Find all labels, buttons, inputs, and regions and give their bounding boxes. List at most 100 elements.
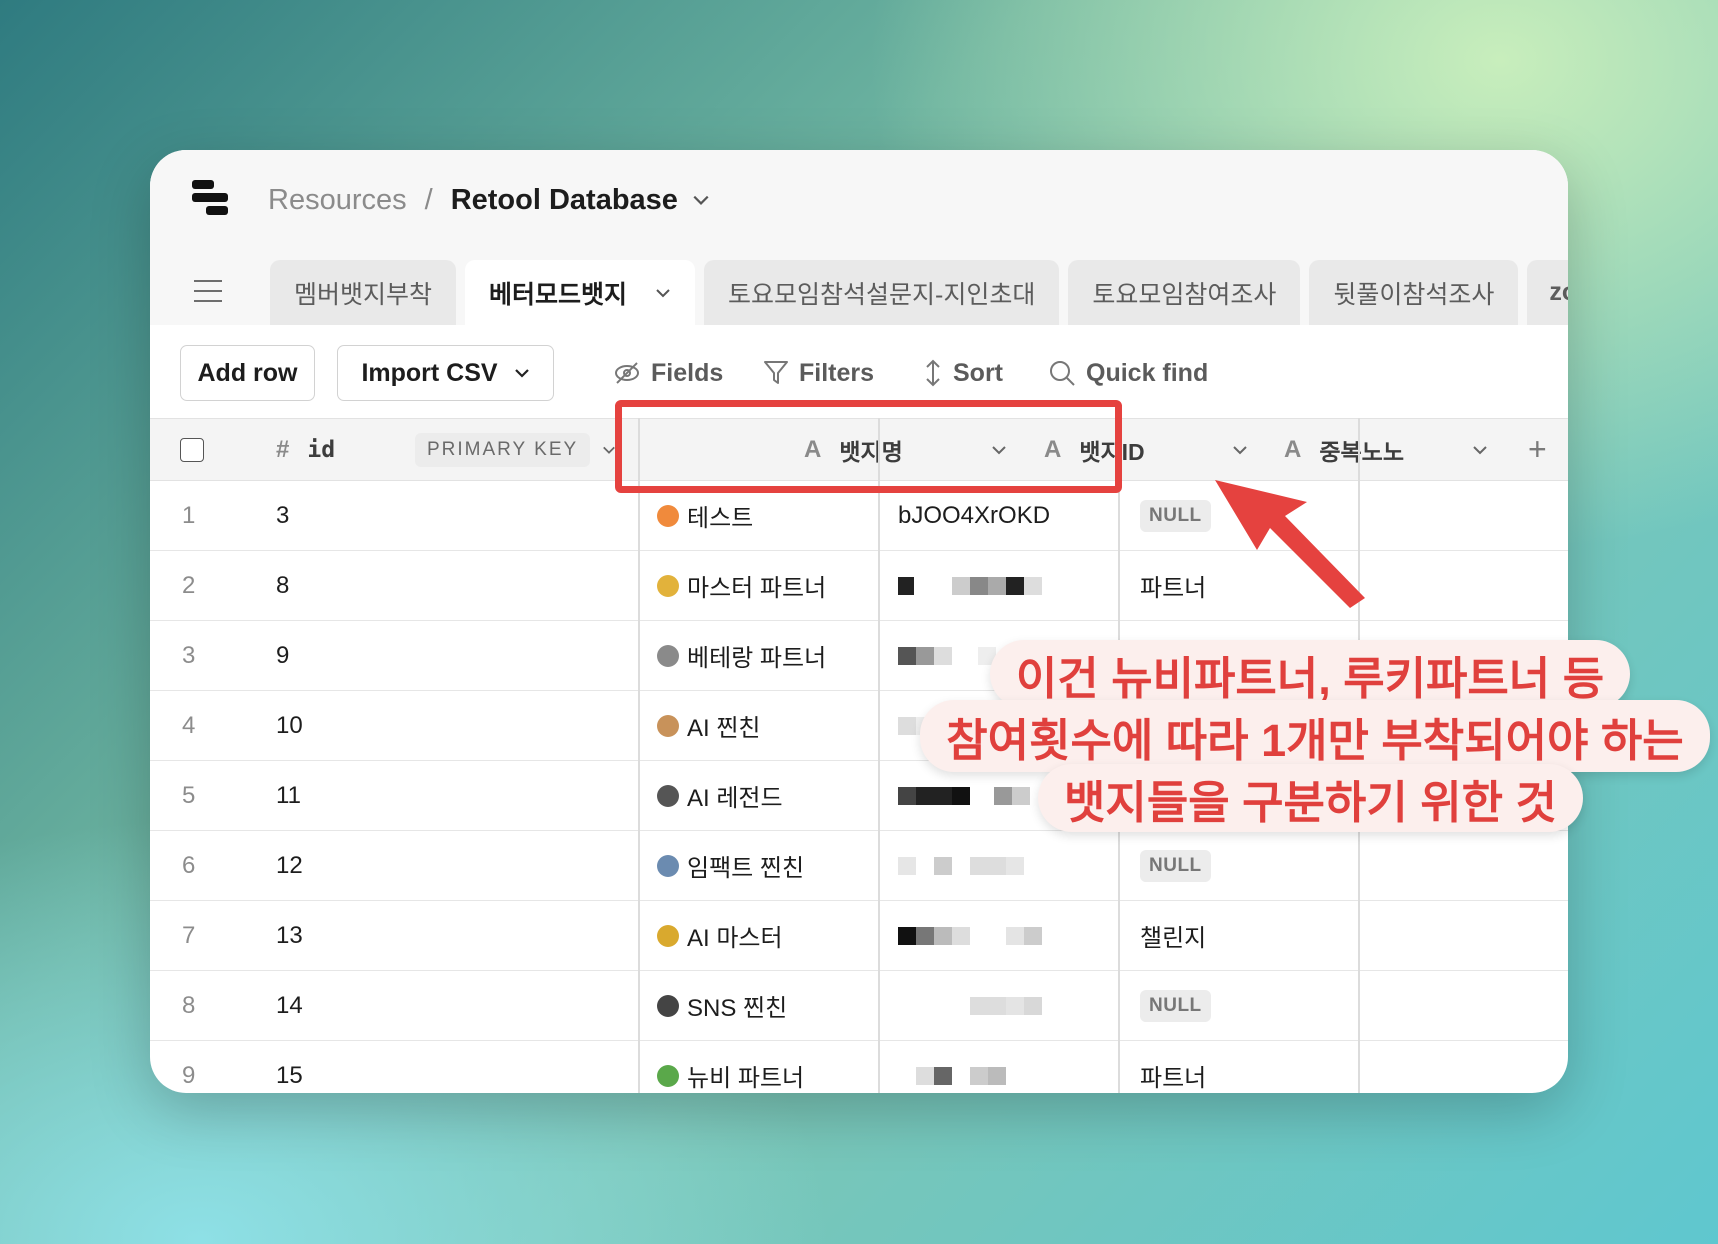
import-csv-button[interactable]: Import CSV [337, 345, 554, 401]
tab-label: 뒷풀이참석조사 [1333, 280, 1495, 309]
chevron-down-icon[interactable] [1232, 442, 1248, 458]
button-label: Filters [799, 358, 875, 387]
row-number: 9 [182, 1061, 196, 1089]
chevron-down-icon[interactable] [1472, 442, 1488, 458]
cell-badge-name[interactable]: 임팩트 찐친 [657, 831, 804, 900]
select-all-checkbox[interactable] [180, 419, 204, 480]
row-number: 8 [182, 991, 196, 1019]
badge-name-text: 임팩트 찐친 [687, 855, 805, 882]
tab-label: zo [1549, 278, 1568, 306]
annotation-line-3: 뱃지들을 구분하기 위한 것 [1038, 764, 1583, 832]
table-row[interactable]: 9 15 뉴비 파트너 파트너 [150, 1041, 1568, 1093]
breadcrumb-resources-link[interactable]: Resources [268, 184, 407, 217]
quick-find-button[interactable]: Quick find [1048, 345, 1208, 401]
column-divider [638, 418, 640, 1093]
text-type-icon: A [1284, 435, 1302, 463]
breadcrumb-current[interactable]: Retool Database [451, 184, 678, 217]
badge-name-text: 뉴비 파트너 [687, 1065, 805, 1092]
badge-name-text: AI 마스터 [687, 925, 783, 952]
column-divider [878, 418, 880, 1093]
add-column-button[interactable]: + [1528, 419, 1547, 480]
row-number: 3 [182, 641, 196, 669]
cell-id[interactable]: 11 [276, 761, 301, 830]
button-label: Sort [953, 358, 1003, 387]
tab-saturday-participation[interactable]: 토요모임참여조사 [1068, 260, 1301, 325]
dup-value: NULL [1140, 989, 1211, 1022]
table-row[interactable]: 8 14 SNS 찐친 NULL [150, 971, 1568, 1041]
cell-dup[interactable]: NULL [1140, 971, 1211, 1040]
redacted-badge-id [898, 1041, 1058, 1093]
add-row-button[interactable]: Add row [180, 345, 315, 401]
button-label: Fields [651, 358, 724, 387]
cell-dup[interactable]: NULL [1140, 831, 1211, 900]
cell-badge-name[interactable]: 베테랑 파트너 [657, 621, 826, 690]
cell-dup[interactable]: NULL [1140, 481, 1211, 550]
cell-badge-name[interactable]: 뉴비 파트너 [657, 1041, 804, 1093]
table-tabs: 멤버뱃지부착 베터모드뱃지 토요모임참석설문지-지인초대 토요모임참여조사 뒷풀… [270, 260, 1568, 325]
fields-button[interactable]: Fields [613, 345, 723, 401]
tab-overflow[interactable]: zo [1527, 260, 1568, 325]
retool-logo[interactable] [192, 180, 232, 220]
cell-badge-name[interactable]: AI 마스터 [657, 901, 783, 970]
dup-value: 파트너 [1140, 1065, 1207, 1092]
crossed-swords-icon [657, 644, 679, 667]
cell-badge-name[interactable]: 마스터 파트너 [657, 551, 826, 620]
herb-icon [657, 1064, 679, 1087]
button-label: Import CSV [361, 358, 498, 387]
row-number: 2 [182, 571, 196, 599]
tab-bettermode-badge[interactable]: 베터모드뱃지 [465, 260, 696, 325]
badge-name-text: AI 찐친 [687, 715, 761, 742]
chevron-down-icon[interactable] [602, 443, 616, 457]
cell-id[interactable]: 13 [276, 901, 303, 970]
highlight-box [615, 400, 1122, 493]
cell-badge-name[interactable]: AI 찐친 [657, 691, 761, 760]
column-menu-chevron[interactable] [1472, 419, 1488, 480]
column-menu-chevron[interactable] [602, 419, 616, 480]
number-type-icon: # [276, 435, 290, 463]
cell-id[interactable]: 15 [276, 1041, 303, 1093]
button-label: Quick find [1086, 358, 1209, 387]
filter-icon [764, 361, 788, 384]
search-icon [1050, 361, 1075, 386]
primary-key-badge: PRIMARY KEY [415, 419, 591, 480]
table-row[interactable]: 6 12 임팩트 찐친 NULL [150, 831, 1568, 901]
column-header-id[interactable]: # id [276, 419, 335, 480]
dup-value: 파트너 [1140, 575, 1207, 602]
annotation-line-2: 참여횟수에 따라 1개만 부착되어야 하는 [920, 700, 1710, 772]
dup-value: NULL [1140, 849, 1211, 882]
medal-icon [657, 574, 679, 597]
cell-id[interactable]: 3 [276, 481, 289, 550]
breadcrumb-separator: / [424, 183, 433, 216]
hamburger-menu-icon[interactable] [194, 278, 222, 304]
chevron-down-icon[interactable] [655, 285, 671, 301]
table-row[interactable]: 7 13 AI 마스터 챌린지 [150, 901, 1568, 971]
cell-dup[interactable]: 챌린지 [1140, 901, 1206, 970]
badge-name-text: 베테랑 파트너 [687, 645, 827, 672]
tab-afterparty-survey[interactable]: 뒷풀이참석조사 [1309, 260, 1519, 325]
cell-id[interactable]: 10 [276, 691, 303, 760]
primary-key-label: PRIMARY KEY [415, 432, 591, 467]
chevron-down-icon[interactable] [692, 191, 710, 209]
cell-id[interactable]: 9 [276, 621, 289, 690]
cell-id[interactable]: 12 [276, 831, 303, 900]
dup-value: 챌린지 [1140, 925, 1207, 952]
redacted-badge-id [898, 831, 1058, 900]
cell-dup[interactable]: 파트너 [1140, 551, 1206, 620]
column-menu-chevron[interactable] [1232, 419, 1248, 480]
row-number: 7 [182, 921, 196, 949]
tab-saturday-survey-invite[interactable]: 토요모임참석설문지-지인초대 [704, 260, 1060, 325]
row-number: 6 [182, 851, 196, 879]
dup-value: NULL [1140, 499, 1211, 532]
column-label: 중복노노 [1319, 438, 1404, 465]
redacted-badge-id [898, 901, 1058, 970]
column-header-dup[interactable]: A 중복노노 [1284, 419, 1404, 480]
cell-badge-name[interactable]: SNS 찐친 [657, 971, 787, 1040]
sort-button[interactable]: Sort [923, 345, 1003, 401]
cell-id[interactable]: 14 [276, 971, 303, 1040]
cell-dup[interactable]: 파트너 [1140, 1041, 1206, 1093]
cell-badge-name[interactable]: AI 레전드 [657, 761, 783, 830]
filters-button[interactable]: Filters [763, 345, 874, 401]
tab-member-badge[interactable]: 멤버뱃지부착 [270, 260, 457, 325]
cell-id[interactable]: 8 [276, 551, 289, 620]
badge-name-text: SNS 찐친 [687, 995, 788, 1022]
